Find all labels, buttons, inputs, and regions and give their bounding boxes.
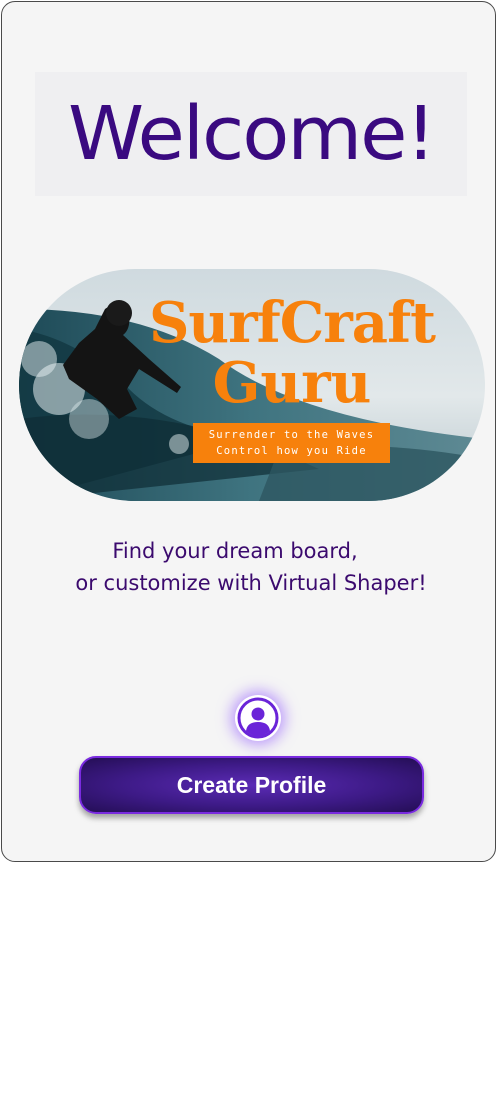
create-profile-button[interactable]: Create Profile xyxy=(79,756,424,814)
tagline-line2: Control how you Ride xyxy=(216,445,367,457)
welcome-title: Welcome! xyxy=(67,91,436,177)
intro-line2: or customize with Virtual Shaper! xyxy=(75,571,427,595)
intro-text: Find your dream board, or customize with… xyxy=(22,535,480,599)
brand-name-line2: Guru xyxy=(212,350,372,416)
create-profile-label: Create Profile xyxy=(176,771,327,798)
brand-tagline: Surrender to the Waves Control how you R… xyxy=(193,423,390,463)
intro-line1: Find your dream board, xyxy=(112,539,358,563)
app-screen: Welcome! SurfCraft Guru Surrender to the… xyxy=(1,1,496,862)
user-circle-icon xyxy=(235,695,281,741)
tagline-line1: Surrender to the Waves xyxy=(208,429,375,441)
brand-name-line1: SurfCraft xyxy=(148,290,436,356)
welcome-banner: Welcome! xyxy=(35,72,467,196)
brand-logo-text: SurfCraft Guru xyxy=(147,293,437,413)
brand-banner-image: SurfCraft Guru Surrender to the Waves Co… xyxy=(19,269,485,501)
